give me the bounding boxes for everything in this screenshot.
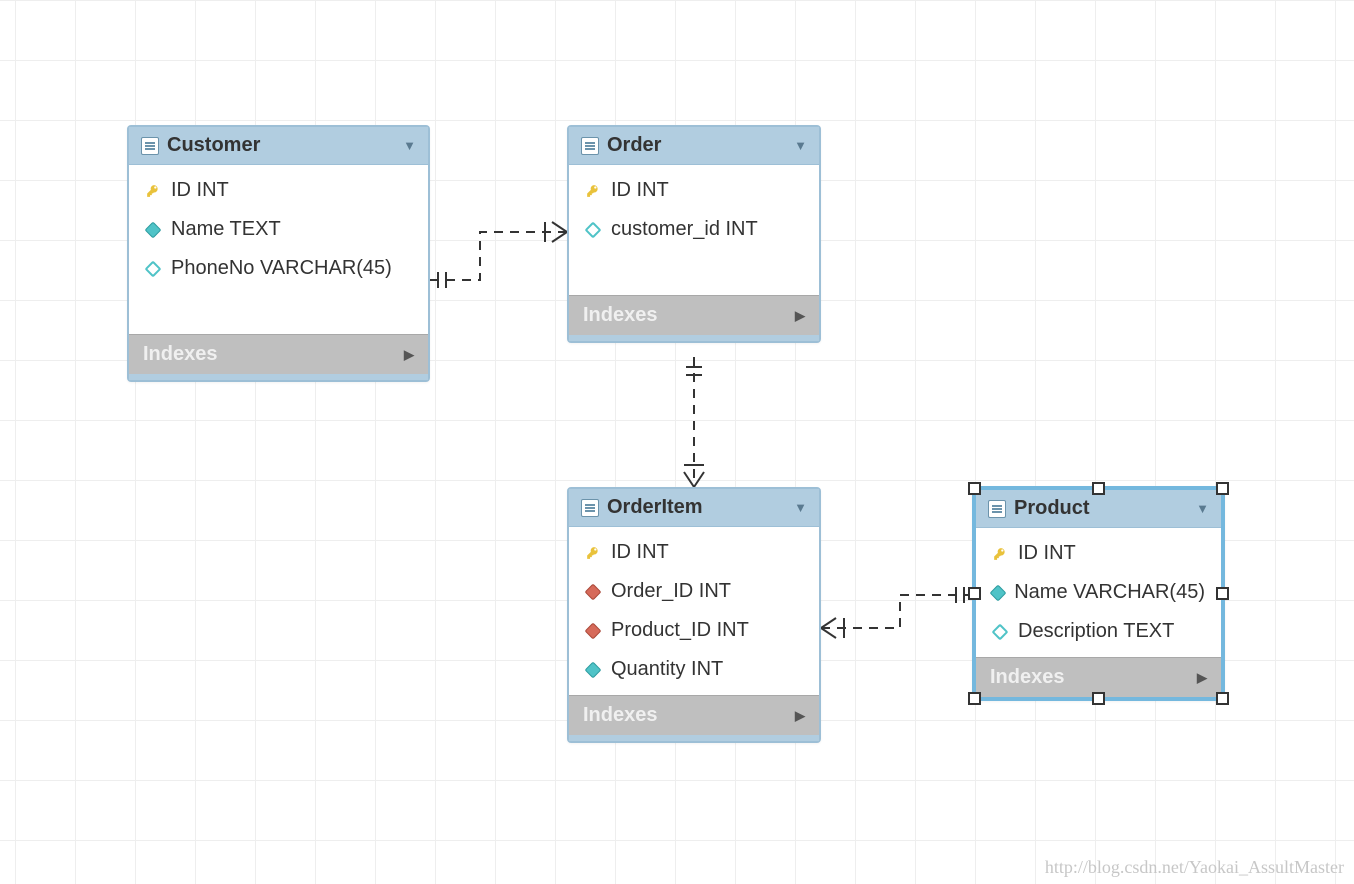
entity-title: Product: [1014, 497, 1188, 520]
chevron-down-icon[interactable]: ▼: [794, 138, 807, 153]
entity-header[interactable]: Product ▼: [976, 490, 1221, 528]
indexes-label: Indexes: [583, 304, 657, 327]
foreign-key-icon: [585, 586, 601, 598]
indexes-label: Indexes: [583, 704, 657, 727]
column[interactable]: customer_id INT: [569, 210, 819, 249]
indexes-section[interactable]: Indexes ▶: [976, 657, 1221, 697]
column[interactable]: ID INT: [129, 171, 428, 210]
rel-orderitem-product: [821, 587, 972, 638]
primary-key-icon: [585, 546, 601, 560]
chevron-down-icon[interactable]: ▼: [403, 138, 416, 153]
column-label: ID INT: [1018, 542, 1076, 565]
entity-footer: [569, 335, 819, 341]
rel-order-orderitem: [684, 357, 704, 487]
entity-header[interactable]: Order ▼: [569, 127, 819, 165]
entity-title: Customer: [167, 134, 395, 157]
rel-customer-order: [430, 222, 567, 288]
entity-header[interactable]: Customer ▼: [129, 127, 428, 165]
attribute-icon: [145, 263, 161, 275]
column[interactable]: Name TEXT: [129, 210, 428, 249]
entity-customer[interactable]: Customer ▼ ID INT Name TEXT PhoneNo VARC…: [127, 125, 430, 382]
foreign-key-icon: [585, 625, 601, 637]
column-label: Description TEXT: [1018, 620, 1174, 643]
resize-handle-se[interactable]: [1216, 692, 1229, 705]
chevron-right-icon: ▶: [795, 308, 805, 324]
indexes-label: Indexes: [990, 666, 1064, 689]
column[interactable]: Name VARCHAR(45): [976, 573, 1221, 612]
column-label: ID INT: [611, 179, 669, 202]
column-label: Name TEXT: [171, 218, 281, 241]
column[interactable]: ID INT: [976, 534, 1221, 573]
chevron-right-icon: ▶: [795, 708, 805, 724]
entity-footer: [569, 735, 819, 741]
resize-handle-e[interactable]: [1216, 587, 1229, 600]
chevron-down-icon[interactable]: ▼: [1196, 501, 1209, 516]
column-label: Quantity INT: [611, 658, 723, 681]
resize-handle-ne[interactable]: [1216, 482, 1229, 495]
column[interactable]: ID INT: [569, 533, 819, 572]
primary-key-icon: [992, 547, 1008, 561]
column-label: ID INT: [611, 541, 669, 564]
entity-header[interactable]: OrderItem ▼: [569, 489, 819, 527]
entity-title: Order: [607, 134, 786, 157]
indexes-section[interactable]: Indexes ▶: [129, 334, 428, 374]
entity-product[interactable]: Product ▼ ID INT Name VARCHAR(45) Descri…: [972, 486, 1225, 701]
column[interactable]: Description TEXT: [976, 612, 1221, 651]
table-icon: [581, 137, 599, 155]
entity-footer: [129, 374, 428, 380]
column[interactable]: ID INT: [569, 171, 819, 210]
attribute-icon: [585, 664, 601, 676]
entity-order[interactable]: Order ▼ ID INT customer_id INT Indexes ▶: [567, 125, 821, 343]
resize-handle-sw[interactable]: [968, 692, 981, 705]
attribute-icon: [585, 224, 601, 236]
entity-body: ID INT Order_ID INT Product_ID INT Quant…: [569, 527, 819, 695]
column-label: Order_ID INT: [611, 580, 731, 603]
attribute-icon: [992, 626, 1008, 638]
column-label: Product_ID INT: [611, 619, 749, 642]
watermark-text: http://blog.csdn.net/Yaokai_AssultMaster: [1045, 857, 1344, 878]
indexes-label: Indexes: [143, 343, 217, 366]
table-icon: [581, 499, 599, 517]
indexes-section[interactable]: Indexes ▶: [569, 295, 819, 335]
entity-body: ID INT customer_id INT: [569, 165, 819, 295]
column-label: Name VARCHAR(45): [1014, 581, 1205, 604]
resize-handle-n[interactable]: [1092, 482, 1105, 495]
primary-key-icon: [585, 184, 601, 198]
entity-body: ID INT Name VARCHAR(45) Description TEXT: [976, 528, 1221, 657]
er-diagram-canvas[interactable]: Customer ▼ ID INT Name TEXT PhoneNo VARC…: [0, 0, 1354, 884]
indexes-section[interactable]: Indexes ▶: [569, 695, 819, 735]
chevron-down-icon[interactable]: ▼: [794, 500, 807, 515]
attribute-icon: [145, 224, 161, 236]
attribute-icon: [992, 587, 1004, 599]
column[interactable]: Quantity INT: [569, 650, 819, 689]
chevron-right-icon: ▶: [404, 347, 414, 363]
entity-orderitem[interactable]: OrderItem ▼ ID INT Order_ID INT Product_…: [567, 487, 821, 743]
column[interactable]: Order_ID INT: [569, 572, 819, 611]
table-icon: [141, 137, 159, 155]
primary-key-icon: [145, 184, 161, 198]
resize-handle-w[interactable]: [968, 587, 981, 600]
column[interactable]: Product_ID INT: [569, 611, 819, 650]
entity-body: ID INT Name TEXT PhoneNo VARCHAR(45): [129, 165, 428, 334]
table-icon: [988, 500, 1006, 518]
chevron-right-icon: ▶: [1197, 670, 1207, 686]
resize-handle-nw[interactable]: [968, 482, 981, 495]
resize-handle-s[interactable]: [1092, 692, 1105, 705]
column-label: ID INT: [171, 179, 229, 202]
column[interactable]: PhoneNo VARCHAR(45): [129, 249, 428, 288]
column-label: PhoneNo VARCHAR(45): [171, 257, 392, 280]
entity-title: OrderItem: [607, 496, 786, 519]
column-label: customer_id INT: [611, 218, 758, 241]
